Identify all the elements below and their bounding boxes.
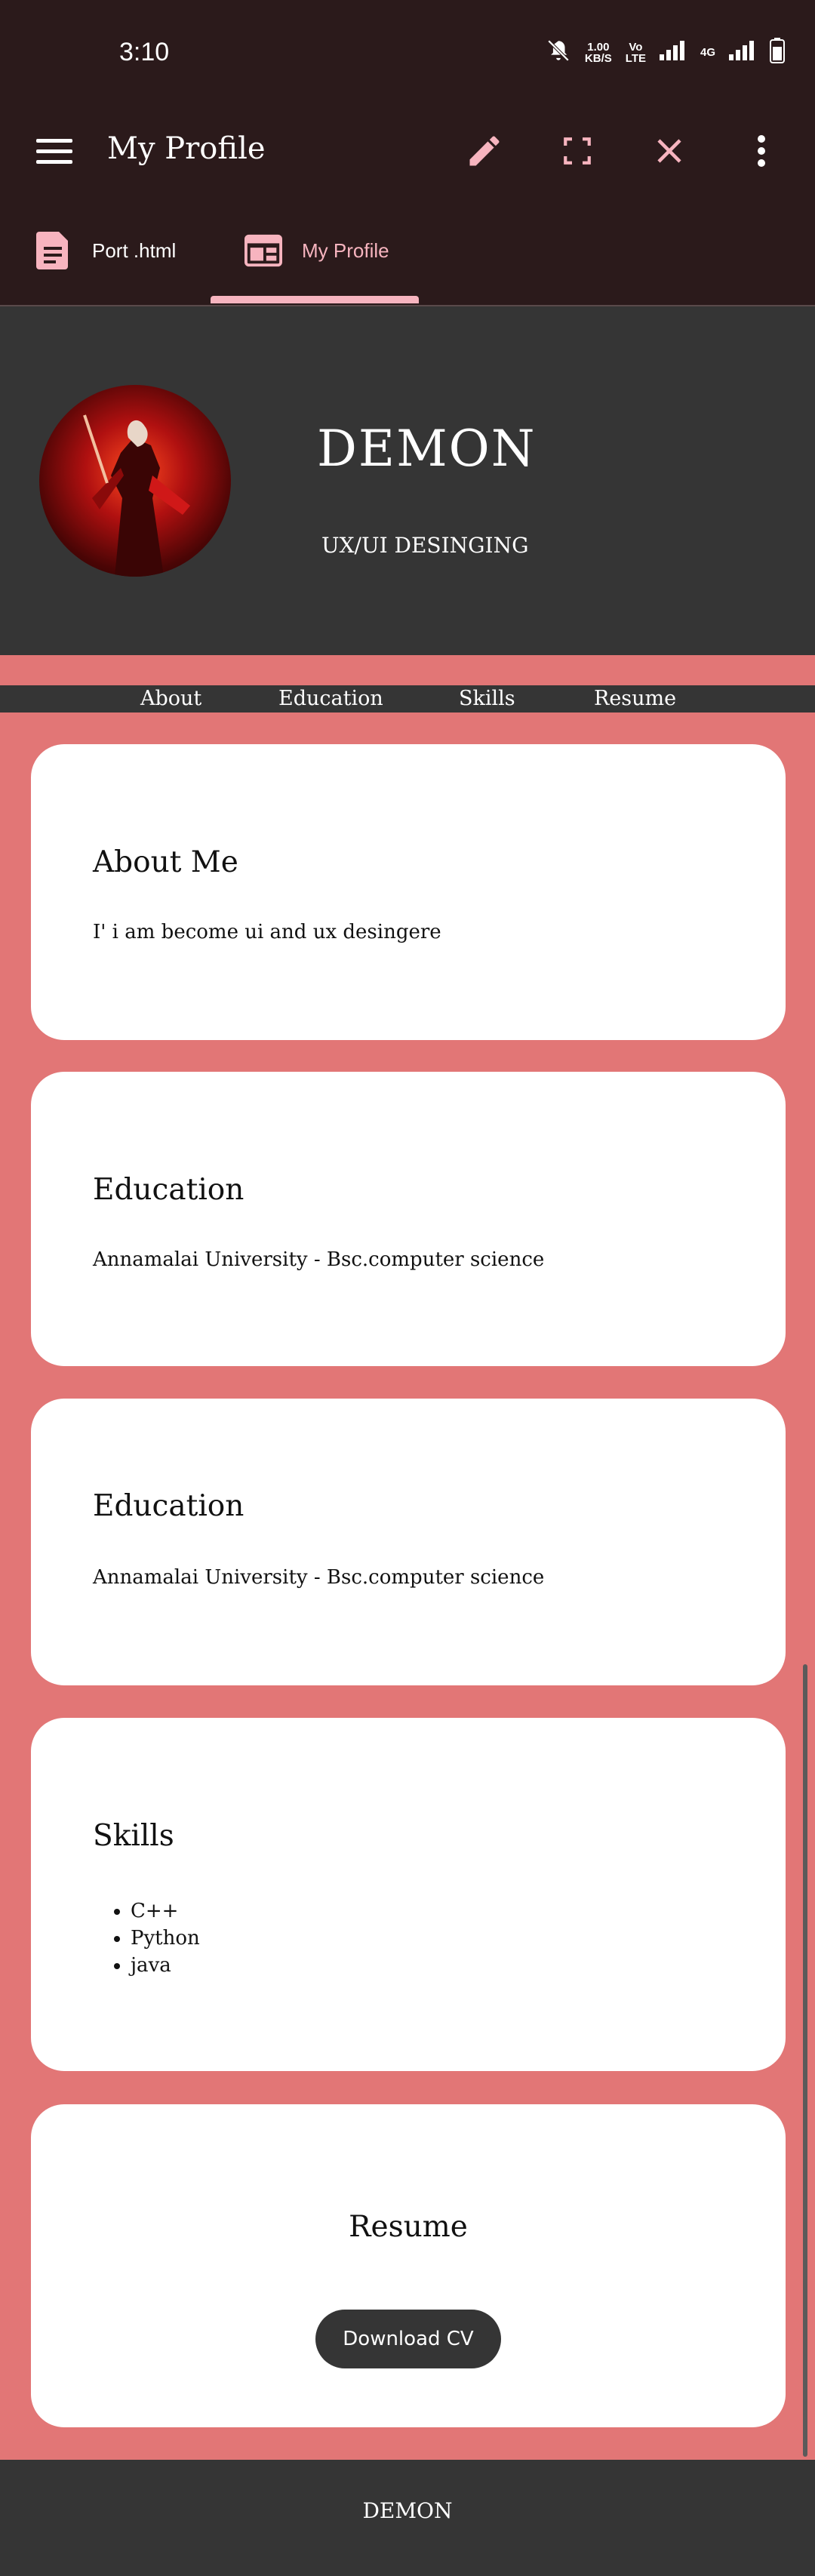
tab-label: Port .html: [92, 239, 177, 262]
net-speed: 1.00 KB/S: [585, 42, 612, 64]
document-icon: [35, 232, 72, 269]
profile-subtitle: UX/UI DESINGING: [321, 533, 529, 558]
menu-icon[interactable]: [30, 127, 78, 175]
about-text: I' i am become ui and ux desingere: [93, 921, 441, 943]
nav-about-link[interactable]: About: [140, 685, 201, 712]
skill-item: C++: [131, 1897, 200, 1925]
status-icons: 1.00 KB/S Vo LTE 4G: [546, 38, 785, 67]
app-toolbar: My Profile: [0, 106, 815, 196]
education-card-2: Education Annamalai University - Bsc.com…: [31, 1399, 786, 1685]
profile-avatar: [39, 385, 231, 577]
resume-card: Resume Download CV: [31, 2104, 786, 2427]
volte-top: Vo: [629, 40, 643, 54]
skills-list: C++ Python java: [93, 1897, 200, 1979]
mute-icon: [546, 38, 571, 67]
education-text: Annamalai University - Bsc.computer scie…: [93, 1248, 545, 1271]
footer: DEMON: [0, 2460, 815, 2576]
signal-icon-2: [729, 41, 756, 64]
education-heading: Education: [93, 1173, 244, 1207]
resume-heading: Resume: [349, 2210, 468, 2244]
fullscreen-icon[interactable]: [553, 127, 601, 175]
active-tab-indicator: [211, 296, 419, 303]
status-bar: 3:10 1.00 KB/S Vo LTE 4G: [0, 0, 815, 106]
education-card: Education Annamalai University - Bsc.com…: [31, 1072, 786, 1366]
net-speed-value: 1.00: [587, 40, 610, 54]
signal-icon: [659, 41, 687, 64]
about-card: About Me I' i am become ui and ux desing…: [31, 744, 786, 1040]
skill-item: Python: [131, 1925, 200, 1952]
skills-card: Skills C++ Python java: [31, 1718, 786, 2071]
education-heading: Education: [93, 1489, 244, 1523]
status-time: 3:10: [119, 38, 170, 66]
nav-skills-link[interactable]: Skills: [459, 685, 515, 712]
tab-label: My Profile: [302, 239, 389, 262]
education-text: Annamalai University - Bsc.computer scie…: [93, 1566, 545, 1589]
nav-resume-link[interactable]: Resume: [594, 685, 676, 712]
more-vert-icon[interactable]: [737, 127, 786, 175]
file-tabs: Port .html My Profile: [0, 196, 815, 306]
edit-pencil-icon[interactable]: [460, 127, 509, 175]
nav-education-link[interactable]: Education: [278, 685, 383, 712]
tab-port-html[interactable]: Port .html: [35, 196, 176, 305]
battery-icon: [770, 38, 785, 67]
close-icon[interactable]: [645, 127, 694, 175]
about-heading: About Me: [93, 845, 238, 879]
download-cv-button[interactable]: Download CV: [315, 2310, 501, 2368]
web-layout-icon: [244, 232, 282, 269]
section-nav: About Education Skills Resume: [0, 685, 815, 712]
network-type: 4G: [700, 46, 715, 59]
footer-text: DEMON: [362, 2498, 453, 2523]
net-speed-unit: KB/S: [584, 51, 612, 65]
toolbar-title: My Profile: [107, 131, 266, 166]
tab-my-profile[interactable]: My Profile: [244, 196, 389, 305]
volte-indicator: Vo LTE: [626, 42, 646, 64]
profile-header: DEMON UX/UI DESINGING: [0, 306, 815, 655]
skills-heading: Skills: [93, 1819, 174, 1853]
volte-bottom: LTE: [625, 51, 646, 65]
profile-name: DEMON: [317, 420, 537, 478]
skill-item: java: [131, 1952, 200, 1979]
page-scrollbar[interactable]: [803, 1664, 807, 2457]
